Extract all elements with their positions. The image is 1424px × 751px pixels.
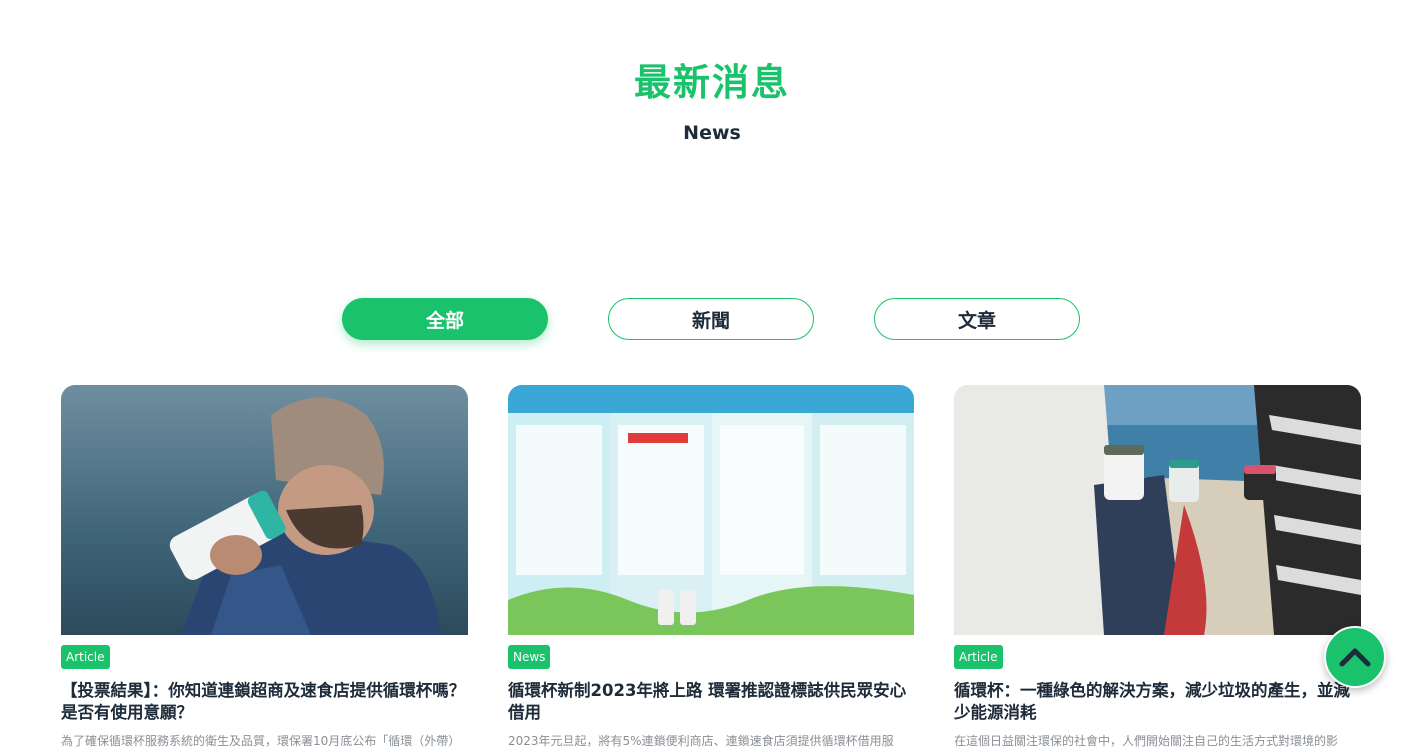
page-title: 最新消息: [634, 61, 790, 104]
news-card[interactable]: Article 【投票結果】：你知道連鎖超商及速食店提供循環杯嗎？是否有使用意願…: [61, 385, 468, 749]
news-tag[interactable]: News: [508, 645, 551, 669]
page-subtitle: News: [683, 122, 741, 144]
card-excerpt: 2023年元旦起，將有5%連鎖便利商店、連鎖速食店須提供循環杯借用服: [508, 734, 894, 748]
news-card[interactable]: News 循環杯新制2023年將上路 環署推認證標誌供民眾安心借用 2023年元…: [508, 385, 914, 749]
card-excerpt: 為了確保循環杯服務系統的衛生及品質，環保署10月底公布「循環（外帶）: [61, 734, 461, 748]
card-title[interactable]: 循環杯：一種綠色的解決方案，減少垃圾的產生，並減少能源消耗: [954, 680, 1361, 724]
tab-all[interactable]: 全部: [342, 298, 548, 340]
category-filter-tabs: 全部 新聞 文章: [342, 298, 1080, 340]
card-title[interactable]: 循環杯新制2023年將上路 環署推認證標誌供民眾安心借用: [508, 680, 914, 724]
article-tag[interactable]: Article: [954, 645, 1003, 669]
chevron-up-icon: [1339, 648, 1371, 667]
card-title[interactable]: 【投票結果】：你知道連鎖超商及速食店提供循環杯嗎？是否有使用意願？: [61, 680, 468, 724]
card-image-man-drinking-cup[interactable]: [61, 385, 468, 635]
scroll-to-top-button[interactable]: [1324, 626, 1386, 688]
card-image-reusable-cup-poster[interactable]: [508, 385, 914, 635]
article-tag[interactable]: Article: [61, 645, 110, 669]
card-excerpt: 在這個日益關注環保的社會中，人們開始關注自己的生活方式對環境的影: [954, 734, 1339, 748]
tab-news[interactable]: 新聞: [608, 298, 814, 340]
card-image-people-holding-cups[interactable]: [954, 385, 1361, 635]
news-card[interactable]: Article 循環杯：一種綠色的解決方案，減少垃圾的產生，並減少能源消耗 在這…: [954, 385, 1361, 749]
tab-article[interactable]: 文章: [874, 298, 1080, 340]
